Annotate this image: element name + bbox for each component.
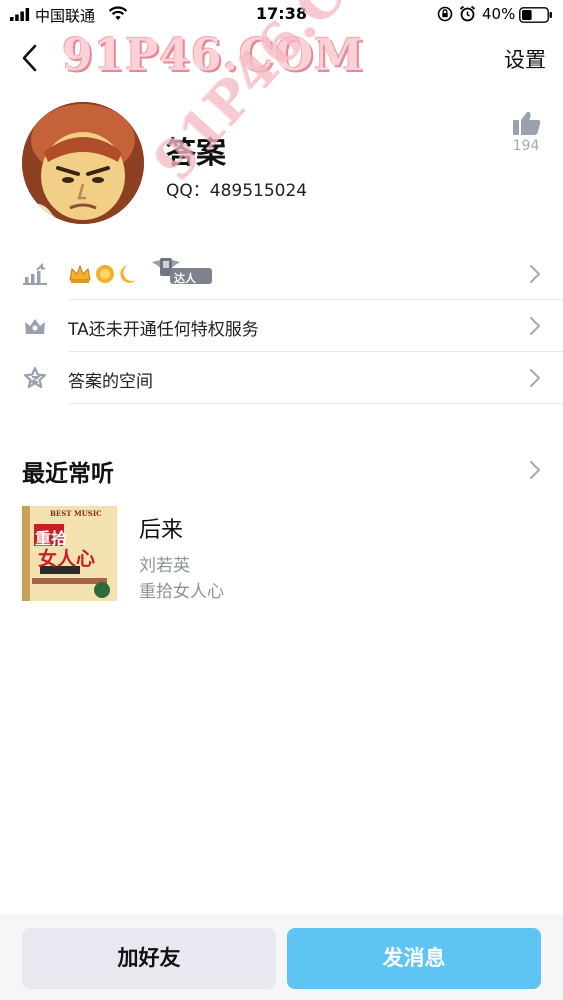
song-artist: 刘若英 [139, 556, 190, 576]
divider [68, 403, 563, 404]
level-row[interactable]: 达人 [0, 248, 563, 300]
avatar-image [22, 102, 144, 224]
crown-outline-icon [25, 319, 45, 334]
battery-percent: 40% [482, 5, 516, 23]
moon-icon [120, 265, 136, 283]
chevron-right-icon [530, 369, 540, 387]
chevron-right-icon[interactable] [529, 460, 541, 480]
song-album: 重拾女人心 [139, 582, 224, 602]
back-button[interactable] [18, 42, 44, 74]
album-cover[interactable]: BEST MUSIC 重拾 女人心 [22, 506, 117, 601]
album-cover-top-text: BEST MUSIC [50, 509, 102, 518]
settings-button[interactable]: 设置 [504, 44, 546, 74]
rotation-lock-icon [437, 6, 453, 22]
send-message-button[interactable]: 发消息 [287, 928, 541, 989]
add-friend-button[interactable]: 加好友 [22, 928, 276, 989]
qq-number: 489515024 [209, 181, 308, 201]
talent-badge-label: 达人 [174, 272, 196, 285]
qzone-label: 答案的空间 [68, 372, 153, 392]
battery-icon [519, 7, 552, 23]
chevron-right-icon [530, 317, 540, 335]
avatar[interactable] [22, 102, 144, 224]
level-badges [68, 262, 144, 286]
sun-icon [96, 265, 114, 283]
like-count: 194 [512, 138, 540, 154]
alarm-icon [459, 5, 476, 22]
thumbs-up-icon[interactable] [505, 110, 545, 138]
crown-icon [69, 264, 91, 283]
privilege-service-label: TA还未开通任何特权服务 [68, 320, 259, 340]
level-up-icon [23, 262, 47, 285]
star-z-icon [23, 366, 47, 389]
bottom-action-bar: 加好友 发消息 [0, 914, 563, 1000]
song-title[interactable]: 后来 [139, 512, 183, 544]
chevron-right-icon [530, 265, 540, 283]
recent-listening-title[interactable]: 最近常听 [22, 454, 114, 488]
talent-badge: 达人 [150, 256, 214, 286]
qzone-row[interactable]: 答案的空间 [0, 352, 563, 404]
album-cover-subtitle: 女人心 [38, 548, 96, 570]
privilege-service-row[interactable]: TA还未开通任何特权服务 [0, 300, 563, 352]
